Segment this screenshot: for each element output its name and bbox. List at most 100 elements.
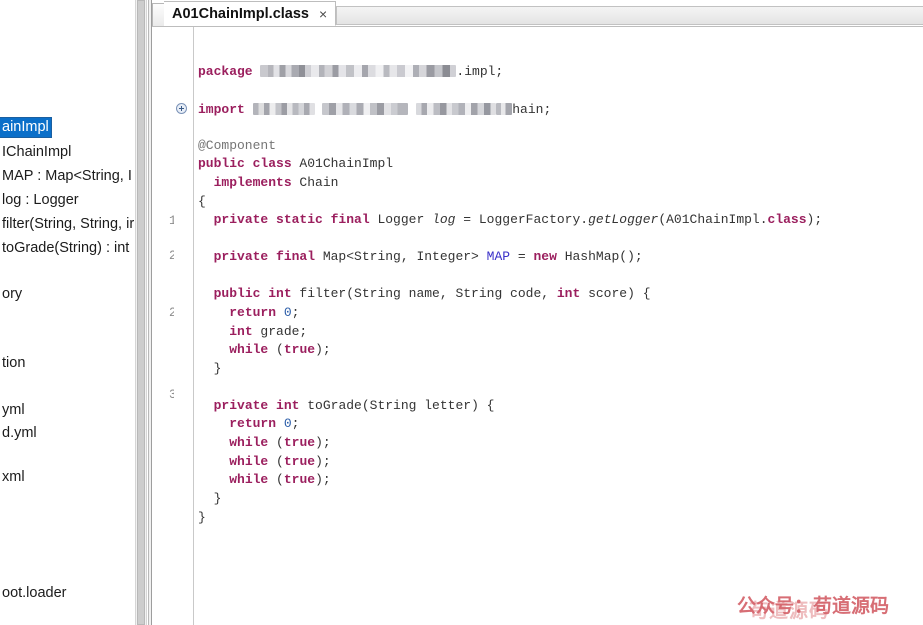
code-line: } [198, 509, 206, 526]
redacted-text-block [252, 103, 315, 115]
code-line: @Component [198, 137, 276, 154]
code-token: public class [198, 156, 292, 171]
outline-item-label: IChainImpl [2, 144, 72, 160]
code-line: while (true); [198, 434, 330, 451]
code-text[interactable]: package .impl; import hain; @Component publ… [198, 27, 923, 625]
redacted-text-block [416, 103, 497, 115]
outline-item[interactable]: filter(String, String, ir [0, 215, 136, 234]
outline-item[interactable]: oot.loader [0, 584, 69, 603]
outline-item[interactable]: d.yml [0, 424, 39, 443]
code-token: ); [315, 472, 331, 487]
code-token: 0 [283, 416, 292, 431]
outline-item[interactable]: ainImpl [0, 117, 52, 138]
editor-tab-bar: A01ChainImpl.class × [152, 0, 923, 26]
outline-scrollbar-thumb[interactable] [137, 0, 145, 625]
redacted-text-block [260, 65, 457, 77]
code-line: { [198, 193, 206, 210]
code-token: = LoggerFactory. [455, 212, 589, 227]
code-token: new [533, 249, 557, 264]
outline-item[interactable]: IChainImpl [0, 143, 73, 162]
redacted-text-block [496, 103, 513, 115]
outline-item-label: log : Logger [2, 192, 79, 208]
code-token: Map<String, Integer> [315, 249, 487, 264]
tab-bar-left-stub [152, 3, 164, 26]
close-icon[interactable]: × [317, 7, 329, 21]
code-token: (A01ChainImpl. [658, 212, 768, 227]
outline-item[interactable]: ory [0, 285, 24, 304]
code-token: true [283, 342, 316, 357]
outline-item-label: oot.loader [2, 585, 67, 601]
code-line: } [198, 360, 222, 377]
code-line: return 0; [198, 415, 299, 432]
outline-item[interactable]: yml [0, 401, 27, 420]
tab-title: A01ChainImpl.class [172, 5, 309, 22]
code-token: public int [213, 286, 292, 301]
outline-item-label: MAP : Map<String, I [2, 168, 132, 184]
code-token: MAP [486, 249, 511, 264]
outline-item-label: yml [2, 402, 25, 418]
code-token: while [229, 472, 269, 487]
editor-fold-strip[interactable] [174, 27, 192, 625]
code-token: class [767, 212, 807, 227]
code-token: } [213, 361, 222, 376]
fold-expand-icon[interactable] [176, 103, 187, 114]
outline-item[interactable]: tion [0, 354, 27, 373]
code-token: ); [806, 212, 823, 227]
code-token: true [283, 435, 316, 450]
code-token: Chain [291, 175, 339, 190]
outline-item-label: filter(String, String, ir [2, 216, 135, 232]
code-token: ; [291, 305, 300, 320]
outline-tree[interactable]: ainImpl IChainImpl MAP : Map<String, I log … [0, 0, 137, 625]
code-token: ( [268, 435, 284, 450]
code-token: HashMap(); [556, 249, 643, 264]
code-line: while (true); [198, 471, 331, 488]
code-token: return [229, 305, 277, 320]
code-token: log [432, 212, 456, 227]
code-token: grade; [252, 324, 308, 339]
code-token: while [229, 454, 269, 469]
code-line: while (true); [198, 453, 331, 470]
code-line: private static final Logger log = Logger… [198, 211, 823, 228]
code-line: implements Chain [198, 174, 339, 191]
code-token: ( [268, 454, 284, 469]
code-token: score) { [580, 286, 651, 301]
code-token: true [283, 454, 316, 469]
outline-item[interactable]: xml [0, 468, 27, 487]
code-line: } [198, 490, 222, 507]
code-editor-surface[interactable]: 16202634 package .impl;import hain;@Comp… [152, 26, 923, 625]
code-line: int grade; [198, 323, 307, 340]
code-token: implements [213, 175, 292, 190]
code-line: while (true); [198, 341, 330, 358]
outline-item-label: ory [2, 286, 23, 302]
code-token: { [198, 194, 206, 209]
code-token: ); [315, 454, 331, 469]
code-token: @Component [198, 138, 277, 153]
code-token: Logger [369, 212, 433, 227]
outline-item-label: xml [2, 469, 25, 485]
tab-a01chainimpl-class[interactable]: A01ChainImpl.class × [164, 1, 337, 26]
code-token: import [198, 102, 245, 117]
outline-item[interactable]: MAP : Map<String, I [0, 167, 134, 186]
code-line: import hain; [198, 101, 551, 118]
code-token: while [229, 342, 269, 357]
code-token: } [213, 491, 222, 506]
outline-item-label: toGrade(String) : int [2, 240, 130, 256]
outline-item[interactable]: log : Logger [0, 191, 81, 210]
code-token: A01ChainImpl [291, 156, 394, 171]
tab-bar-empty-area[interactable] [336, 6, 923, 25]
outline-vertical-scrollbar[interactable] [135, 0, 147, 625]
code-token: while [229, 435, 269, 450]
code-token: return [229, 416, 277, 431]
outline-item[interactable]: toGrade(String) : int [0, 239, 131, 258]
